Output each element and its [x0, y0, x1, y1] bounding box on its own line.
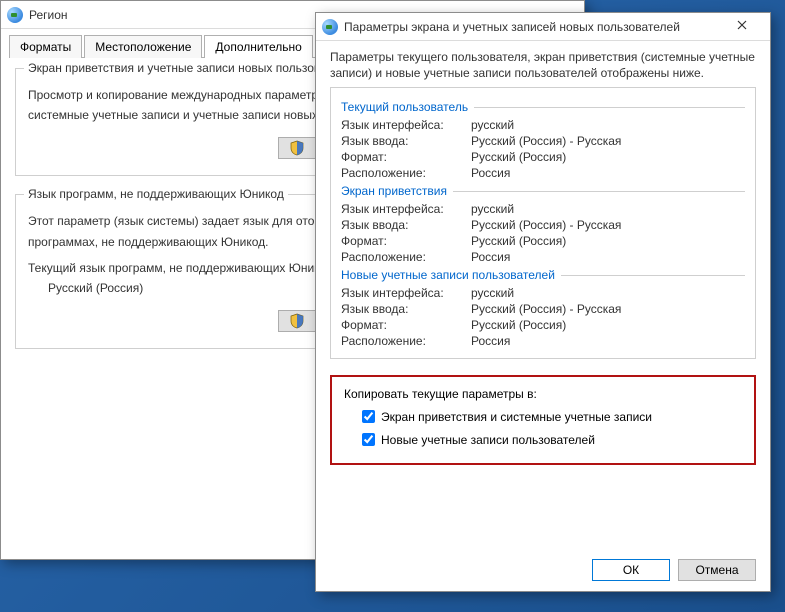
copy-title: Копировать текущие параметры в:: [344, 387, 742, 401]
checkbox-newusers-label: Новые учетные записи пользователей: [381, 433, 595, 447]
val-format-0: Русский (Россия): [471, 150, 566, 164]
params-body: Параметры текущего пользователя, экран п…: [316, 41, 770, 591]
val-ui-lang-1: русский: [471, 202, 514, 216]
params-title: Параметры экрана и учетных записей новых…: [344, 20, 720, 34]
val-input-lang-0: Русский (Россия) - Русская: [471, 134, 621, 148]
tab-formats[interactable]: Форматы: [9, 35, 82, 58]
checkbox-welcome-label: Экран приветствия и системные учетные за…: [381, 410, 652, 424]
intro-text: Параметры текущего пользователя, экран п…: [330, 49, 756, 81]
checkbox-welcome-input[interactable]: [362, 410, 375, 423]
lbl-location: Расположение:: [341, 166, 471, 180]
val-format-1: Русский (Россия): [471, 234, 566, 248]
params-titlebar: Параметры экрана и учетных записей новых…: [316, 13, 770, 41]
button-row: ОК Отмена: [330, 547, 756, 581]
checkbox-newusers[interactable]: Новые учетные записи пользователей: [358, 430, 742, 449]
section-welcome-screen: Экран приветствия: [341, 184, 745, 198]
val-location-1: Россия: [471, 250, 510, 264]
val-location-2: Россия: [471, 334, 510, 348]
section-new-users: Новые учетные записи пользователей: [341, 268, 745, 282]
checkbox-newusers-input[interactable]: [362, 433, 375, 446]
ok-button[interactable]: ОК: [592, 559, 670, 581]
globe-icon: [322, 19, 338, 35]
shield-icon: [289, 313, 305, 329]
lbl-format: Формат:: [341, 150, 471, 164]
tab-advanced[interactable]: Дополнительно: [204, 35, 312, 58]
globe-icon: [7, 7, 23, 23]
copy-settings-button[interactable]: [278, 137, 316, 159]
val-input-lang-1: Русский (Россия) - Русская: [471, 218, 621, 232]
cancel-button[interactable]: Отмена: [678, 559, 756, 581]
group-nonuni-title: Язык программ, не поддерживающих Юникод: [24, 187, 288, 201]
shield-icon: [289, 140, 305, 156]
checkbox-welcome[interactable]: Экран приветствия и системные учетные за…: [358, 407, 742, 426]
close-icon: [737, 20, 747, 30]
val-ui-lang-2: русский: [471, 286, 514, 300]
val-input-lang-2: Русский (Россия) - Русская: [471, 302, 621, 316]
val-location-0: Россия: [471, 166, 510, 180]
lbl-input-lang: Язык ввода:: [341, 134, 471, 148]
val-ui-lang-0: русский: [471, 118, 514, 132]
val-format-2: Русский (Россия): [471, 318, 566, 332]
lbl-ui-lang: Язык интерфейса:: [341, 118, 471, 132]
change-locale-button[interactable]: [278, 310, 316, 332]
accounts-frame: Текущий пользователь Язык интерфейса:рус…: [330, 87, 756, 359]
params-window: Параметры экрана и учетных записей новых…: [315, 12, 771, 592]
copy-frame: Копировать текущие параметры в: Экран пр…: [330, 375, 756, 465]
tab-location[interactable]: Местоположение: [84, 35, 202, 58]
close-button[interactable]: [720, 16, 764, 38]
group-welcome-title: Экран приветствия и учетные записи новых…: [24, 61, 363, 75]
section-current-user: Текущий пользователь: [341, 100, 745, 114]
